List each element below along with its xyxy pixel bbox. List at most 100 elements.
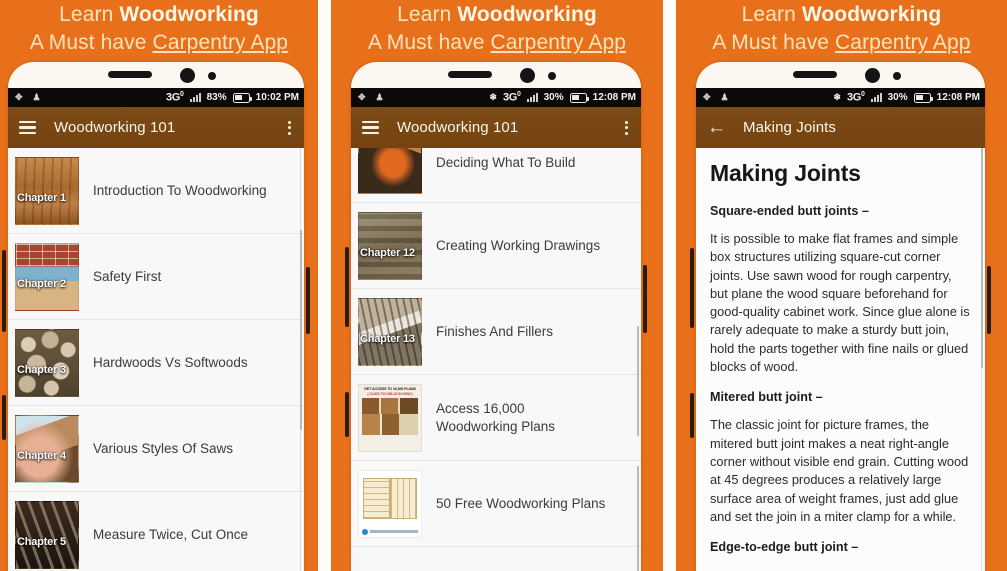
chapter-thumbnail: Chapter 13 <box>358 297 422 366</box>
front-camera-icon <box>520 68 535 83</box>
list-item[interactable]: Chapter 4 Various Styles Of Saws <box>8 406 304 492</box>
network-type-label: 3G0 <box>502 91 521 104</box>
chapter-thumbnail: Chapter 2 <box>15 242 79 311</box>
app-title-3: Making Joints <box>743 119 837 136</box>
chapter-title: Safety First <box>93 268 162 284</box>
promo-headline-2: Learn Woodworking A Must have Carpentry … <box>331 2 663 56</box>
app-title-1: Woodworking 101 <box>54 119 176 136</box>
scrollbar-thumb[interactable] <box>300 230 302 430</box>
mute-icon: ❄ <box>489 92 497 102</box>
list-item[interactable]: Chapter 5 Measure Twice, Cut Once <box>8 492 304 571</box>
promo-line1-prefix: Learn <box>397 3 458 26</box>
phone-side-button-2 <box>345 392 349 437</box>
battery-icon <box>913 92 933 103</box>
list-item[interactable]: Chapter 1 Introduction To Woodworking <box>8 148 304 234</box>
hamburger-icon[interactable] <box>19 121 36 134</box>
article-content[interactable]: Making Joints Square-ended butt joints –… <box>696 148 985 571</box>
phone-mockup-1: ✥ ♟ 3G0 83% 10:02 PM Woodworking 101 Cha… <box>8 62 304 571</box>
android-icon: ♟ <box>375 92 384 102</box>
promo-line2-link: Carpentry App <box>835 30 971 54</box>
list-item[interactable]: Chapter 12 Creating Working Drawings <box>351 203 641 289</box>
promo-headline-1: Learn Woodworking A Must have Carpentry … <box>0 2 318 56</box>
app-bar-3: ← Making Joints <box>696 107 985 148</box>
phone-bezel <box>696 62 985 88</box>
phone-mockup-2: ✥ ♟ ❄ 3G0 30% 12:08 PM Woodworking 101 D… <box>351 62 641 571</box>
phone-side-button-2 <box>2 395 6 440</box>
back-arrow-icon[interactable]: ← <box>707 118 727 137</box>
sensor-icon <box>548 72 556 80</box>
signal-icon <box>526 93 538 102</box>
chapter-title: Finishes And Fillers <box>436 323 554 339</box>
phone-side-button <box>345 247 349 327</box>
promo-panel-3: Learn Woodworking A Must have Carpentry … <box>676 0 1007 571</box>
list-item[interactable]: Chapter 3 Hardwoods Vs Softwoods <box>8 320 304 406</box>
chapter-title: Introduction To Woodworking <box>93 182 267 198</box>
list-item-promo[interactable]: 50 Free Woodworking Plans <box>351 461 641 547</box>
screenshot-gallery: Learn Woodworking A Must have Carpentry … <box>0 0 1007 571</box>
phone-side-button-2 <box>690 393 694 438</box>
chapter-caption: Chapter 13 <box>360 332 415 345</box>
chapter-thumbnail: Chapter 11 <box>358 148 422 194</box>
promo-line1-strong: Woodworking <box>119 3 259 26</box>
front-camera-icon <box>180 68 195 83</box>
phone-side-button <box>2 250 6 332</box>
article-subheading: Edge-to-edge butt joint – <box>710 540 859 555</box>
earpiece-speaker-icon <box>448 71 492 78</box>
kebab-menu-icon[interactable] <box>288 120 293 135</box>
scrollbar-thumb[interactable] <box>637 326 639 436</box>
chapter-caption: Chapter 4 <box>17 449 66 462</box>
hamburger-icon[interactable] <box>362 121 379 134</box>
list-item[interactable]: Chapter 13 Finishes And Fillers <box>351 289 641 375</box>
scrollbar-thumb-lower[interactable] <box>637 466 639 571</box>
promo-line1-prefix: Learn <box>741 3 802 26</box>
chapter-title: Hardwoods Vs Softwoods <box>93 354 248 370</box>
app-title-2: Woodworking 101 <box>397 119 519 136</box>
bluetooth-icon: ✥ <box>358 92 366 102</box>
promo-line2-link: Carpentry App <box>152 30 289 54</box>
battery-icon <box>232 92 252 103</box>
promo-line1-strong: Woodworking <box>801 3 942 26</box>
promo-panel-2: Learn Woodworking A Must have Carpentry … <box>331 0 663 571</box>
status-bar-2: ✥ ♟ ❄ 3G0 30% 12:08 PM <box>351 88 641 107</box>
chapter-caption: Chapter 12 <box>360 246 415 259</box>
chapter-thumbnail: Chapter 3 <box>15 328 79 397</box>
chapter-list-1[interactable]: Chapter 1 Introduction To Woodworking Ch… <box>8 148 304 571</box>
phone-power-button <box>643 265 647 333</box>
plans-promo-subtitle: ( CLICK TO UNLOCK NOW ) <box>367 391 413 396</box>
list-item[interactable]: Chapter 11 Deciding What To Build <box>351 148 641 203</box>
app-bar-1: Woodworking 101 <box>8 107 304 148</box>
status-bar-1: ✥ ♟ 3G0 83% 10:02 PM <box>8 88 304 107</box>
promo-line1-strong: Woodworking <box>457 3 597 26</box>
network-type-label: 3G0 <box>165 91 184 104</box>
free-plans-thumbnail <box>358 469 422 538</box>
chapter-list-2[interactable]: Chapter 11 Deciding What To Build Chapte… <box>351 148 641 571</box>
promo-line2-prefix: A Must have <box>367 30 491 54</box>
article-heading: Making Joints <box>710 160 861 186</box>
panel-divider-1 <box>318 0 331 571</box>
list-item-promo[interactable]: GET ACCESS TO 16,000 PLANS ( CLICK TO UN… <box>351 375 641 461</box>
plans-promo-caption: GET ACCESS TO 16,000 PLANS ( CLICK TO UN… <box>361 387 419 398</box>
plans-promo-title: GET ACCESS TO 16,000 PLANS <box>364 386 416 391</box>
article-paragraph: It is possible to make flat frames and s… <box>710 231 970 375</box>
scrollbar-thumb[interactable] <box>981 148 983 368</box>
clock-label: 12:08 PM <box>592 92 636 103</box>
sensor-icon <box>208 72 216 80</box>
list-item[interactable]: Chapter 2 Safety First <box>8 234 304 320</box>
kebab-menu-icon[interactable] <box>625 120 630 135</box>
chapter-title: Access 16,000 Woodworking Plans <box>436 400 556 434</box>
clock-label: 12:08 PM <box>936 92 980 103</box>
chapter-title: Creating Working Drawings <box>436 237 601 253</box>
earpiece-speaker-icon <box>792 71 837 78</box>
signal-icon <box>189 93 201 102</box>
status-bar-3: ✥ ♟ ❄ 3G0 30% 12:08 PM <box>696 88 985 107</box>
android-icon: ♟ <box>720 92 729 102</box>
network-type-label: 3G0 <box>846 91 865 104</box>
promo-line1-prefix: Learn <box>59 3 120 26</box>
chapter-caption: Chapter 1 <box>17 191 66 204</box>
promo-panel-1: Learn Woodworking A Must have Carpentry … <box>0 0 318 571</box>
battery-percent-label: 83% <box>206 92 227 103</box>
phone-mockup-3: ✥ ♟ ❄ 3G0 30% 12:08 PM ← Making Joints M <box>696 62 985 571</box>
earpiece-speaker-icon <box>108 71 152 78</box>
download-badge-icon <box>362 528 418 535</box>
clock-label: 10:02 PM <box>255 92 299 103</box>
